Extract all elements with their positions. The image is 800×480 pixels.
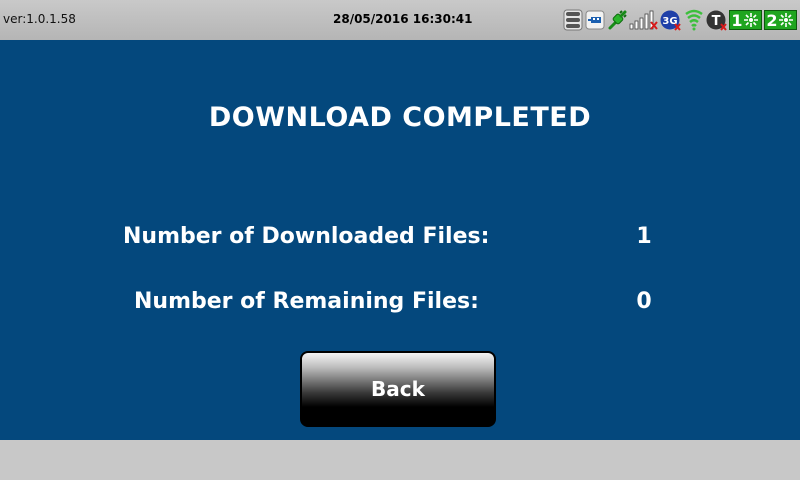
bottom-bar <box>0 440 800 480</box>
3g-icon: 3G <box>660 9 681 31</box>
page-title: DOWNLOAD COMPLETED <box>208 102 592 133</box>
network-plug-icon <box>607 9 627 31</box>
svg-text:1: 1 <box>731 11 742 30</box>
downloaded-files-value: 1 <box>636 224 652 249</box>
remaining-files-value: 0 <box>636 289 652 314</box>
version-label: ver:1.0.1.58 <box>3 12 76 26</box>
main-panel: DOWNLOAD COMPLETED Number of Downloaded … <box>0 40 800 440</box>
device-screen: ver:1.0.1.58 28/05/2016 16:30:41 3G T 1 … <box>0 0 800 480</box>
usb-icon <box>585 9 605 31</box>
status-bar: ver:1.0.1.58 28/05/2016 16:30:41 3G T 1 … <box>0 0 800 40</box>
datetime-label: 28/05/2016 16:30:41 <box>333 12 473 26</box>
printer-t-icon: T <box>706 9 727 31</box>
storage-icon <box>563 9 583 31</box>
wifi-icon <box>684 9 704 31</box>
channel-2-icon: 2 <box>764 9 797 31</box>
downloaded-files-label: Number of Downloaded Files: <box>123 224 490 249</box>
channel-1-icon: 1 <box>729 9 762 31</box>
signal-bars-icon <box>629 9 659 31</box>
svg-text:T: T <box>712 14 721 29</box>
svg-text:2: 2 <box>766 11 777 30</box>
remaining-files-label: Number of Remaining Files: <box>134 289 479 314</box>
back-button[interactable]: Back <box>300 351 496 427</box>
